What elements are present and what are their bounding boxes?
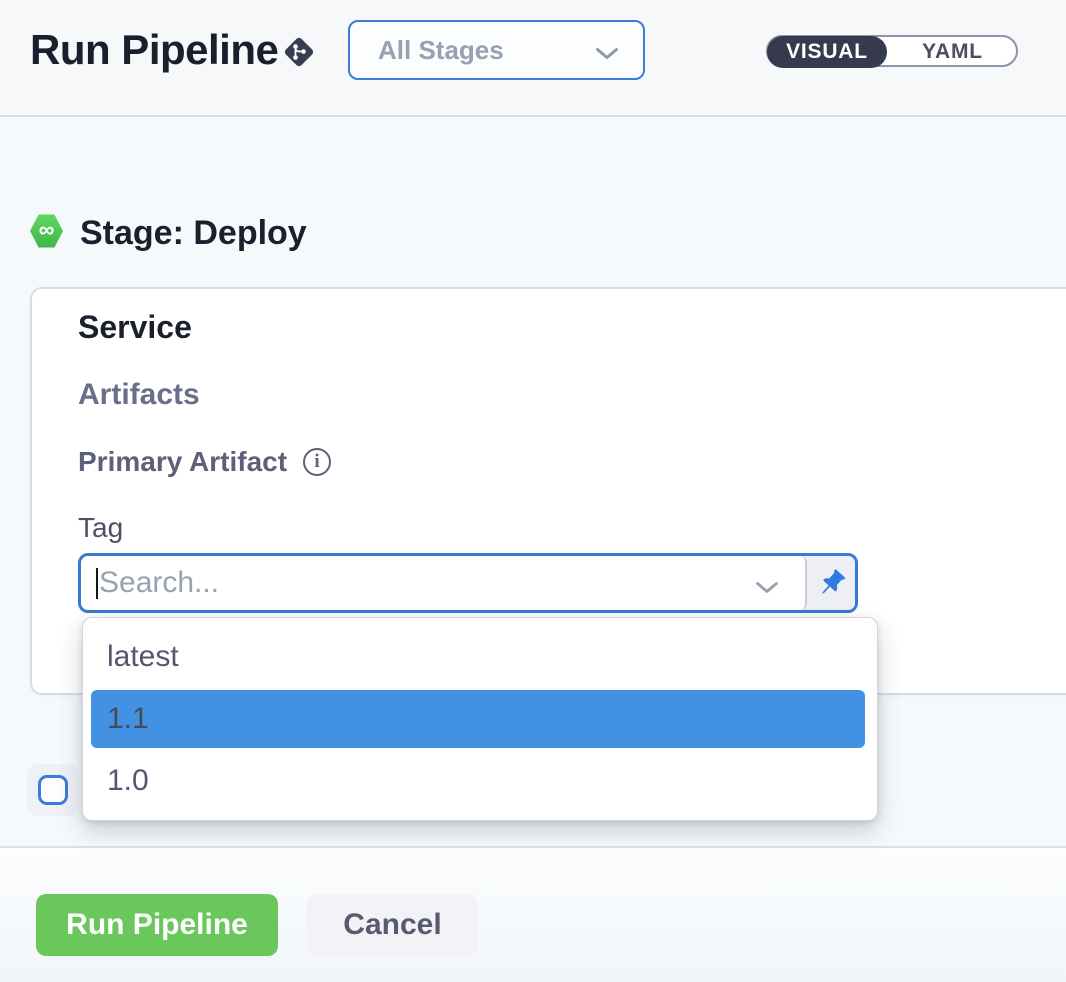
stage-title: Stage: Deploy — [80, 215, 307, 251]
pushpin-icon — [812, 564, 850, 602]
tab-visual[interactable]: VISUAL — [767, 36, 887, 68]
text-caret — [96, 568, 98, 599]
info-glyph: i — [314, 451, 319, 473]
cancel-button[interactable]: Cancel — [307, 894, 478, 956]
chevron-down-icon[interactable] — [755, 581, 779, 594]
git-branch-icon — [282, 35, 316, 69]
tag-search-input[interactable] — [81, 556, 805, 610]
primary-artifact-row: Primary Artifact i — [78, 446, 331, 478]
checkbox[interactable] — [38, 775, 68, 805]
dropdown-option-1-1[interactable]: 1.1 — [91, 690, 865, 748]
tag-search-field — [81, 556, 807, 610]
tag-label: Tag — [78, 512, 123, 544]
infinity-glyph: ∞ — [39, 219, 55, 241]
all-stages-select[interactable]: All Stages — [348, 20, 645, 80]
visual-yaml-toggle: VISUAL YAML — [766, 35, 1018, 67]
all-stages-select-value: All Stages — [378, 35, 504, 66]
chevron-down-icon — [595, 47, 619, 60]
tag-dropdown-menu: latest 1.1 1.0 — [82, 617, 878, 821]
cd-stage-icon: ∞ — [30, 213, 63, 249]
tab-yaml[interactable]: YAML — [887, 37, 1018, 66]
dialog-header: Run Pipeline All Stages VISUAL YAML — [0, 0, 1066, 117]
tag-combobox — [78, 553, 858, 613]
page-title: Run Pipeline — [30, 28, 278, 72]
info-icon[interactable]: i — [303, 448, 331, 476]
primary-artifact-label: Primary Artifact — [78, 446, 287, 478]
dialog-footer: Run Pipeline Cancel — [0, 846, 1066, 982]
run-pipeline-button[interactable]: Run Pipeline — [36, 894, 278, 956]
pin-button[interactable] — [807, 556, 855, 610]
run-pipeline-dialog: Run Pipeline All Stages VISUAL YAML ∞ S — [0, 0, 1066, 982]
dropdown-option-1-0[interactable]: 1.0 — [83, 750, 877, 812]
service-section-title: Service — [78, 309, 192, 346]
dropdown-option-latest[interactable]: latest — [83, 626, 877, 688]
artifacts-section-title: Artifacts — [78, 378, 200, 412]
